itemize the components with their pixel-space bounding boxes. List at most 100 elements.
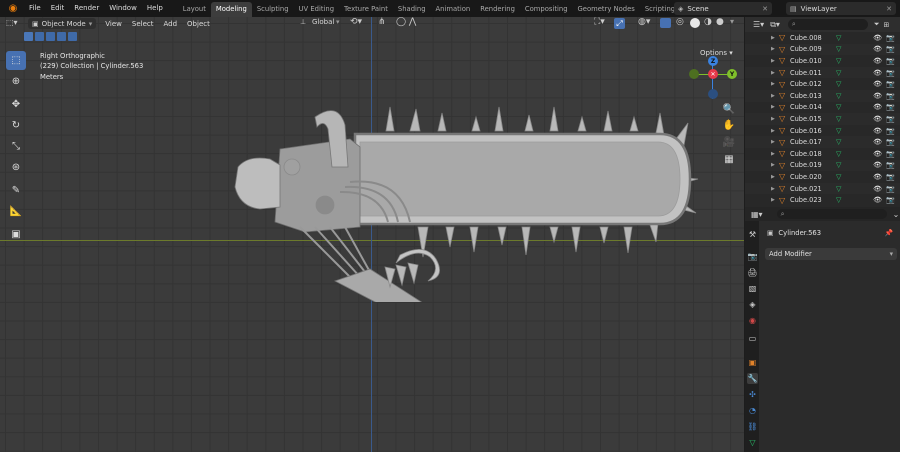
rotate-tool-icon[interactable]: ↻	[6, 116, 26, 135]
3d-viewport[interactable]: ⬚▾ ▣ Object Mode ▾ View Select Add Objec…	[0, 17, 744, 452]
blender-logo-icon[interactable]: ◉	[6, 2, 20, 16]
tool-tab-icon[interactable]: ⚒	[747, 229, 758, 240]
close-icon[interactable]: ✕	[762, 5, 768, 13]
add-modifier-button[interactable]: Add Modifier ▾	[765, 248, 897, 260]
eye-icon[interactable]: 👁	[873, 150, 882, 158]
camera-icon[interactable]: 📷	[886, 115, 895, 123]
list-item[interactable]: ▶ ▽ Cube.016 ▽ 👁 📷	[745, 125, 900, 137]
menu-file[interactable]: File	[24, 0, 46, 17]
camera-icon[interactable]: 📷	[886, 103, 895, 111]
eye-icon[interactable]: 👁	[873, 57, 882, 65]
wireframe-shading-icon[interactable]: ◎	[676, 17, 684, 27]
camera-icon[interactable]: 📷	[886, 138, 895, 146]
eye-icon[interactable]: 👁	[873, 80, 882, 88]
view-layer-tab-icon[interactable]: ▧	[747, 283, 758, 294]
snap-icon[interactable]: ⋔	[378, 17, 386, 27]
list-item[interactable]: ▶ ▽ Cube.019 ▽ 👁 📷	[745, 159, 900, 172]
expand-arrow-icon[interactable]: ▶	[771, 46, 779, 52]
camera-icon[interactable]: 📷	[886, 92, 895, 100]
collection-tab-icon[interactable]: ▭	[747, 333, 758, 344]
tab-animation[interactable]: Animation	[431, 2, 476, 17]
material-preview-icon[interactable]: ◑	[704, 17, 712, 27]
select-box-tool-icon[interactable]: ⬚	[6, 51, 26, 70]
tab-texture-paint[interactable]: Texture Paint	[339, 2, 393, 17]
select-invert-icon[interactable]	[57, 32, 66, 41]
move-tool-icon[interactable]: ✥	[6, 95, 26, 114]
camera-icon[interactable]: 📷	[886, 196, 895, 204]
scene-tab-icon[interactable]: ◈	[747, 299, 758, 310]
eye-icon[interactable]: 👁	[873, 138, 882, 146]
render-tab-icon[interactable]: 📷	[747, 251, 758, 262]
expand-arrow-icon[interactable]: ▶	[771, 93, 779, 99]
list-item[interactable]: ▶ ▽ Cube.013 ▽ 👁 📷	[745, 89, 900, 102]
list-item[interactable]: ▶ ▽ Cube.012 ▽ 👁 📷	[745, 78, 900, 90]
expand-arrow-icon[interactable]: ▶	[771, 162, 779, 168]
list-item[interactable]: ▶ ▽ Cube.021 ▽ 👁 📷	[745, 182, 900, 195]
add-menu[interactable]: Add	[158, 20, 182, 28]
expand-arrow-icon[interactable]: ▶	[771, 139, 779, 145]
output-tab-icon[interactable]: 🖨	[747, 267, 758, 278]
object-tab-icon[interactable]: ▣	[747, 357, 758, 368]
tab-layout[interactable]: Layout	[178, 2, 211, 17]
tab-uv-editing[interactable]: UV Editing	[294, 2, 339, 17]
eye-icon[interactable]: 👁	[873, 69, 882, 77]
menu-edit[interactable]: Edit	[46, 0, 70, 17]
camera-icon[interactable]: 📷	[886, 80, 895, 88]
eye-icon[interactable]: 👁	[873, 196, 882, 204]
outliner-search-input[interactable]: ⌕	[787, 19, 868, 30]
list-item[interactable]: ▶ ▽ Cube.011 ▽ 👁 📷	[745, 66, 900, 79]
expand-arrow-icon[interactable]: ▶	[771, 116, 779, 122]
overlays-icon[interactable]: ◍▾	[638, 17, 650, 27]
camera-icon[interactable]: 📷	[886, 69, 895, 77]
properties-search-input[interactable]: ⌕	[776, 209, 887, 219]
scale-tool-icon[interactable]: ⤡	[6, 137, 26, 156]
camera-icon[interactable]: 📷	[886, 150, 895, 158]
camera-icon[interactable]: 📷	[886, 45, 895, 53]
select-new-icon[interactable]	[24, 32, 33, 41]
gizmo-x-icon[interactable]: ✕	[708, 69, 718, 79]
list-item[interactable]: ▶ ▽ Cube.017 ▽ 👁 📷	[745, 136, 900, 148]
rendered-shading-icon[interactable]: ●	[716, 17, 724, 27]
eye-icon[interactable]: 👁	[873, 185, 882, 193]
pan-hand-icon[interactable]: ✋	[723, 119, 735, 131]
expand-arrow-icon[interactable]: ▶	[771, 104, 779, 110]
filter-icon[interactable]: ⏷	[874, 20, 880, 29]
chainsaw-mesh[interactable]	[220, 87, 710, 302]
camera-icon[interactable]: 📷	[886, 57, 895, 65]
camera-icon[interactable]: 📷	[886, 161, 895, 169]
tab-geometry-nodes[interactable]: Geometry Nodes	[573, 2, 640, 17]
constraints-tab-icon[interactable]: ⛓	[747, 421, 758, 432]
ortho-toggle-icon[interactable]: ▦	[723, 153, 735, 165]
zoom-icon[interactable]: 🔍	[723, 103, 735, 115]
cursor-tool-icon[interactable]: ⊕	[6, 72, 26, 91]
editor-type-icon[interactable]: ▦▾	[751, 210, 763, 219]
options-icon[interactable]: ⌄	[893, 210, 900, 219]
modifier-tab-icon[interactable]: 🔧	[747, 373, 758, 384]
filter-mode-icon[interactable]: ⧉▾	[770, 20, 780, 30]
transform-orientation-select[interactable]: Global	[312, 18, 334, 26]
chevron-down-icon[interactable]: ▾	[730, 17, 734, 26]
expand-arrow-icon[interactable]: ▶	[771, 58, 779, 64]
gizmo-neg-y-icon[interactable]	[689, 69, 699, 79]
menu-render[interactable]: Render	[69, 0, 104, 17]
annotate-tool-icon[interactable]: ✎	[6, 181, 26, 200]
camera-icon[interactable]: 📷	[886, 127, 895, 135]
list-item[interactable]: ▶ ▽ Cube.014 ▽ 👁 📷	[745, 102, 900, 114]
eye-icon[interactable]: 👁	[873, 45, 882, 53]
expand-arrow-icon[interactable]: ▶	[771, 70, 779, 76]
object-menu[interactable]: Object	[182, 20, 215, 28]
camera-icon[interactable]: 📷	[886, 173, 895, 181]
xray-toggle-icon[interactable]	[660, 18, 671, 28]
editor-type-icon[interactable]: ⬚▾	[6, 18, 24, 28]
object-name-field[interactable]: ▣ Cylinder.563 📌	[763, 227, 897, 239]
menu-help[interactable]: Help	[142, 0, 168, 17]
tab-shading[interactable]: Shading	[393, 2, 431, 17]
visibility-icon[interactable]: ⛶▾	[594, 17, 605, 27]
expand-arrow-icon[interactable]: ▶	[771, 81, 779, 87]
list-item[interactable]: ▶ ▽ Cube.009 ▽ 👁 📷	[745, 43, 900, 56]
list-item[interactable]: ▶ ▽ Cube.008 ▽ 👁 📷	[745, 32, 900, 44]
expand-arrow-icon[interactable]: ▶	[771, 174, 779, 180]
eye-icon[interactable]: 👁	[873, 173, 882, 181]
eye-icon[interactable]: 👁	[873, 103, 882, 111]
eye-icon[interactable]: 👁	[873, 34, 882, 42]
